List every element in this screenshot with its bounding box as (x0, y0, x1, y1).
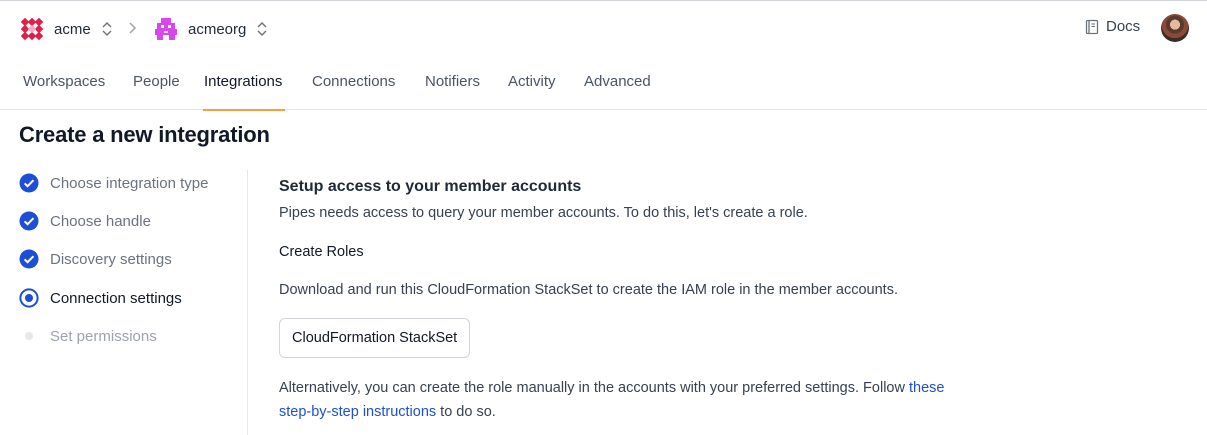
tab-notifiers[interactable]: Notifiers (425, 73, 480, 110)
docs-label: Docs (1106, 18, 1141, 35)
tab-workspaces[interactable]: Workspaces (23, 73, 105, 110)
steps-divider (247, 170, 248, 435)
org-switcher[interactable]: acme (20, 15, 113, 43)
workspace-logo-icon (155, 18, 177, 40)
check-circle-icon (19, 173, 39, 193)
section-heading: Setup access to your member accounts (279, 178, 582, 195)
tab-advanced[interactable]: Advanced (584, 73, 651, 110)
pending-dot-icon (25, 332, 33, 340)
current-step-icon (19, 288, 39, 308)
alt-text-end: to do so. (436, 404, 496, 420)
step-label: Connection settings (50, 289, 182, 307)
page-title: Create a new integration (19, 122, 270, 147)
step-label: Set permissions (50, 327, 157, 345)
book-icon (1085, 19, 1099, 34)
workspace-name: acmeorg (188, 20, 247, 38)
step-set-permissions: Set permissions (19, 324, 157, 348)
chevron-right-icon (129, 22, 137, 34)
step-label: Choose integration type (50, 174, 209, 192)
step-choose-integration-type[interactable]: Choose integration type (19, 171, 208, 195)
intro-text: Pipes needs access to query your member … (279, 205, 808, 221)
step-by-step-instructions-link[interactable]: step-by-step instructions (279, 404, 436, 420)
check-circle-icon (19, 249, 39, 269)
tab-connections[interactable]: Connections (312, 73, 395, 110)
cloudformation-stackset-button[interactable]: CloudFormation StackSet (279, 318, 471, 358)
alternative-text: Alternatively, you can create the role m… (279, 376, 1039, 424)
create-roles-heading: Create Roles (279, 244, 364, 260)
workspace-switcher[interactable]: acmeorg (154, 15, 268, 43)
avatar[interactable] (1161, 14, 1189, 42)
step-label: Choose handle (50, 212, 151, 230)
step-discovery-settings[interactable]: Discovery settings (19, 247, 172, 271)
tab-activity[interactable]: Activity (508, 73, 556, 110)
settings-tabs: Workspaces People Integrations Connectio… (0, 56, 1207, 111)
check-circle-icon (19, 211, 39, 231)
step-choose-handle[interactable]: Choose handle (19, 209, 151, 233)
step-label: Discovery settings (50, 250, 172, 268)
download-text: Download and run this CloudFormation Sta… (279, 282, 898, 298)
step-connection-settings[interactable]: Connection settings (19, 286, 182, 310)
chevron-up-down-icon (101, 21, 113, 37)
tab-people[interactable]: People (133, 73, 180, 110)
org-logo-icon (20, 17, 44, 41)
org-name: acme (54, 20, 91, 38)
alt-text-start: Alternatively, you can create the role m… (279, 380, 909, 396)
top-bar: acme acmeorg Docs (0, 0, 1207, 56)
these-link[interactable]: these (909, 380, 944, 396)
tab-integrations[interactable]: Integrations (202, 73, 286, 111)
docs-link[interactable]: Docs (1085, 18, 1140, 35)
chevron-up-down-icon (256, 21, 268, 37)
